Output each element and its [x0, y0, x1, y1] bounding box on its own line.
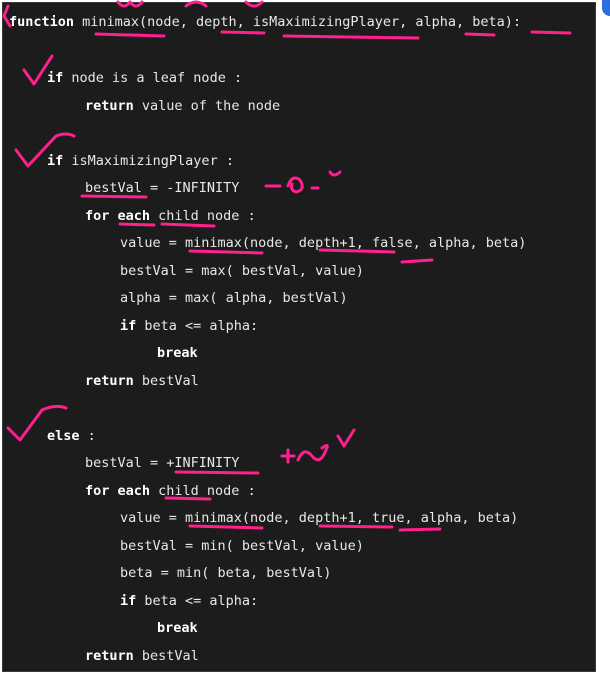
code-line-return-min: return bestVal [85, 647, 199, 665]
keyword-break: break [157, 620, 198, 636]
code-line-beta-update: beta = min( beta, bestVal) [120, 564, 331, 582]
keyword-return: return [85, 98, 134, 114]
code-text: : [79, 428, 96, 444]
code-text: child node : [150, 208, 256, 224]
code-line-for-each-min: for each child node : [85, 482, 256, 500]
code-line-else: else : [47, 427, 96, 445]
code-text: value of the node [133, 98, 281, 114]
keyword-for-each: for each [85, 208, 151, 224]
code-text: alpha = max( alpha, bestVal) [120, 290, 348, 306]
code-line-break-min: break [157, 619, 198, 637]
code-line-return-max: return bestVal [85, 372, 199, 390]
code-text: minimax(node, depth, isMaximizingPlayer,… [74, 14, 522, 30]
code-line-for-each-max: for each child node : [85, 207, 256, 225]
code-text: beta = min( beta, bestVal) [120, 565, 332, 581]
keyword-function: function [9, 14, 75, 30]
code-text: value = minimax(node, depth+1, false, al… [120, 235, 527, 251]
code-text: beta <= alpha: [136, 318, 259, 334]
keyword-break: break [157, 345, 198, 361]
code-text: bestVal [133, 648, 199, 664]
code-line-alpha-update: alpha = max( alpha, bestVal) [120, 289, 348, 307]
keyword-if: if [47, 70, 64, 86]
code-text: bestVal = -INFINITY [85, 180, 240, 196]
code-text: isMaximizingPlayer : [63, 153, 234, 169]
code-line-leaf-check: if node is a leaf node : [47, 69, 242, 87]
code-text: bestVal [133, 373, 199, 389]
code-line-bestval-max: bestVal = max( bestVal, value) [120, 262, 364, 280]
code-line-if-maximizing: if isMaximizingPlayer : [47, 152, 234, 170]
code-line-function-signature: function minimax(node, depth, isMaximizi… [9, 13, 521, 31]
code-line-bestval-neg-inf: bestVal = -INFINITY [85, 179, 239, 197]
code-panel: function minimax(node, depth, isMaximizi… [2, 2, 596, 672]
keyword-if: if [47, 153, 64, 169]
code-line-prune-check-max: if beta <= alpha: [120, 317, 258, 335]
code-line-prune-check-min: if beta <= alpha: [120, 592, 258, 610]
keyword-return: return [85, 373, 134, 389]
keyword-else: else [47, 428, 80, 444]
keyword-if: if [120, 593, 137, 609]
keyword-return: return [85, 648, 134, 664]
code-text: value = minimax(node, depth+1, true, alp… [120, 510, 519, 526]
code-text: beta <= alpha: [136, 593, 259, 609]
code-text: bestVal = min( bestVal, value) [120, 538, 364, 554]
corner-tab-indicator [602, 0, 610, 16]
code-text: child node : [150, 483, 256, 499]
code-line-bestval-min: bestVal = min( bestVal, value) [120, 537, 364, 555]
code-text: bestVal = max( bestVal, value) [120, 263, 364, 279]
code-line-recursive-call-max: value = minimax(node, depth+1, false, al… [120, 234, 526, 252]
code-line-break-max: break [157, 344, 198, 362]
keyword-for-each: for each [85, 483, 151, 499]
code-line-bestval-pos-inf: bestVal = +INFINITY [85, 454, 239, 472]
code-line-recursive-call-min: value = minimax(node, depth+1, true, alp… [120, 509, 518, 527]
code-text: bestVal = +INFINITY [85, 455, 240, 471]
keyword-if: if [120, 318, 137, 334]
code-line-return-leaf: return value of the node [85, 97, 280, 115]
code-text: node is a leaf node : [63, 70, 243, 86]
